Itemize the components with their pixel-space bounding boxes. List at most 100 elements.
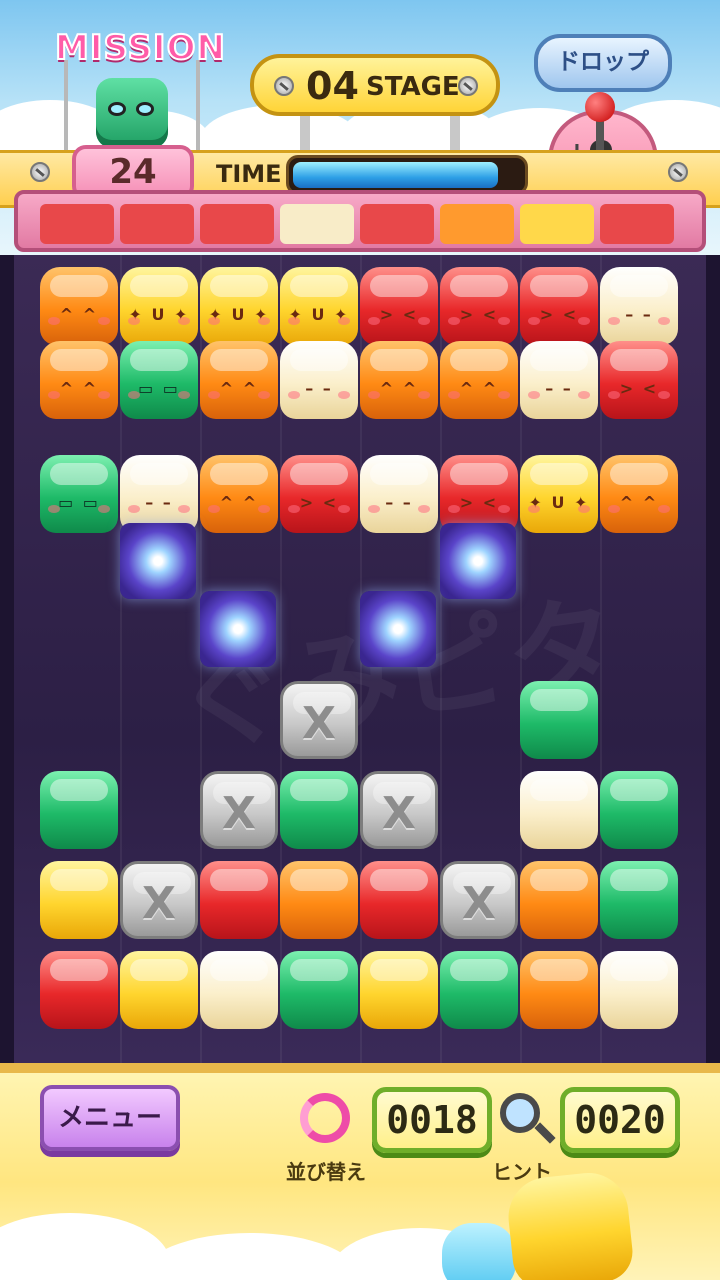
cheeks bbox=[48, 505, 110, 515]
orange-character-block[interactable]: ^ ^ bbox=[200, 341, 278, 419]
cheeks bbox=[208, 505, 270, 515]
drop-button[interactable]: ドロップ bbox=[534, 34, 672, 92]
cheeks bbox=[448, 505, 510, 515]
cream-character-block[interactable]: – – bbox=[360, 455, 438, 533]
orange-character-block[interactable]: ^ ^ bbox=[40, 267, 118, 345]
next-row-cell bbox=[200, 204, 274, 244]
orange-block[interactable] bbox=[520, 951, 598, 1029]
cream-block[interactable] bbox=[520, 771, 598, 849]
stage-number: 04 bbox=[306, 64, 359, 108]
cheeks bbox=[608, 505, 670, 515]
green-block[interactable] bbox=[440, 951, 518, 1029]
cream-character-block[interactable]: – – bbox=[600, 267, 678, 345]
green-block[interactable] bbox=[600, 861, 678, 939]
mascot-blue bbox=[442, 1223, 516, 1280]
green-block[interactable] bbox=[40, 771, 118, 849]
game-board[interactable]: ぐみピタ ^ ^ ✦ U ✦ ✦ U ✦ ✦ U ✦ > < > < > < – – ^ ^ ▭ … bbox=[14, 255, 706, 1063]
orange-character-block[interactable]: ^ ^ bbox=[40, 341, 118, 419]
green-block[interactable] bbox=[600, 771, 678, 849]
cheeks bbox=[528, 391, 590, 401]
stone-block[interactable]: X bbox=[200, 771, 278, 849]
stone-block[interactable]: X bbox=[360, 771, 438, 849]
next-row-cell bbox=[600, 204, 674, 244]
shuffle-label: 並び替え bbox=[286, 1160, 366, 1184]
cream-character-block[interactable]: – – bbox=[520, 341, 598, 419]
orange-character-block[interactable]: ^ ^ bbox=[360, 341, 438, 419]
red-character-block[interactable]: > < bbox=[440, 267, 518, 345]
time-bar-fill bbox=[293, 162, 498, 188]
header: MISSION 04 STAGE ↓ ドロップ 24 TIME bbox=[0, 0, 720, 255]
next-row-cell bbox=[120, 204, 194, 244]
screw-icon bbox=[668, 162, 688, 182]
yellow-character-block[interactable]: ✦ U ✦ bbox=[120, 267, 198, 345]
cream-block[interactable] bbox=[600, 951, 678, 1029]
cream-character-block[interactable]: – – bbox=[120, 455, 198, 533]
cream-character-block[interactable]: – – bbox=[280, 341, 358, 419]
bonus-gem[interactable] bbox=[360, 591, 436, 667]
cheeks bbox=[608, 391, 670, 401]
red-block[interactable] bbox=[200, 861, 278, 939]
footer: メニュー 並び替え 0018 ヒント 0020 bbox=[0, 1063, 720, 1280]
glasses-icon bbox=[108, 102, 156, 116]
next-row-cell bbox=[360, 204, 434, 244]
shuffle-icon[interactable] bbox=[300, 1093, 350, 1143]
yellow-character-block[interactable]: ✦ U ✦ bbox=[200, 267, 278, 345]
cheeks bbox=[288, 505, 350, 515]
mission-rope bbox=[64, 60, 68, 155]
cream-block[interactable] bbox=[200, 951, 278, 1029]
cheeks bbox=[128, 505, 190, 515]
cheeks bbox=[368, 505, 430, 515]
green-block[interactable] bbox=[280, 951, 358, 1029]
red-character-block[interactable]: > < bbox=[520, 267, 598, 345]
mission-rope bbox=[196, 60, 200, 155]
footer-edge bbox=[0, 1063, 720, 1073]
orange-character-block[interactable]: ^ ^ bbox=[200, 455, 278, 533]
next-row-cell bbox=[40, 204, 114, 244]
yellow-block[interactable] bbox=[40, 861, 118, 939]
red-block[interactable] bbox=[360, 861, 438, 939]
cheeks bbox=[48, 391, 110, 401]
cheeks bbox=[288, 391, 350, 401]
red-character-block[interactable]: > < bbox=[600, 341, 678, 419]
x-mark-icon: X bbox=[462, 878, 496, 929]
green-block[interactable] bbox=[280, 771, 358, 849]
stage-post bbox=[450, 112, 460, 152]
next-row-cell bbox=[520, 204, 594, 244]
bonus-gem[interactable] bbox=[120, 523, 196, 599]
cheeks bbox=[368, 317, 430, 327]
mascot-yellow bbox=[504, 1169, 636, 1280]
green-character-block[interactable]: ▭ ▭ bbox=[40, 455, 118, 533]
cheeks bbox=[208, 391, 270, 401]
yellow-character-block[interactable]: ✦ U ✦ bbox=[280, 267, 358, 345]
green-block[interactable] bbox=[520, 681, 598, 759]
bonus-gem[interactable] bbox=[440, 523, 516, 599]
drop-lever[interactable] bbox=[585, 92, 615, 122]
yellow-block[interactable] bbox=[120, 951, 198, 1029]
game-screen: MISSION 04 STAGE ↓ ドロップ 24 TIME ぐみピタ ^ bbox=[0, 0, 720, 1280]
menu-button[interactable]: メニュー bbox=[40, 1085, 180, 1151]
bonus-gem[interactable] bbox=[200, 591, 276, 667]
orange-character-block[interactable]: ^ ^ bbox=[600, 455, 678, 533]
red-character-block[interactable]: > < bbox=[280, 455, 358, 533]
stone-block[interactable]: X bbox=[120, 861, 198, 939]
stone-block[interactable]: X bbox=[280, 681, 358, 759]
cloud bbox=[140, 1233, 360, 1280]
yellow-character-block[interactable]: ✦ U ✦ bbox=[520, 455, 598, 533]
cheeks bbox=[528, 317, 590, 327]
red-block[interactable] bbox=[40, 951, 118, 1029]
orange-character-block[interactable]: ^ ^ bbox=[440, 341, 518, 419]
yellow-block[interactable] bbox=[360, 951, 438, 1029]
orange-block[interactable] bbox=[280, 861, 358, 939]
shuffle-count: 0018 bbox=[372, 1087, 492, 1153]
mission-target-character bbox=[96, 78, 168, 148]
cheeks bbox=[128, 391, 190, 401]
cheeks bbox=[448, 391, 510, 401]
red-character-block[interactable]: > < bbox=[360, 267, 438, 345]
stone-block[interactable]: X bbox=[440, 861, 518, 939]
red-character-block[interactable]: > < bbox=[440, 455, 518, 533]
time-label: TIME bbox=[216, 160, 282, 188]
green-character-block[interactable]: ▭ ▭ bbox=[120, 341, 198, 419]
orange-block[interactable] bbox=[520, 861, 598, 939]
screw-icon bbox=[30, 162, 50, 182]
cheeks bbox=[448, 317, 510, 327]
